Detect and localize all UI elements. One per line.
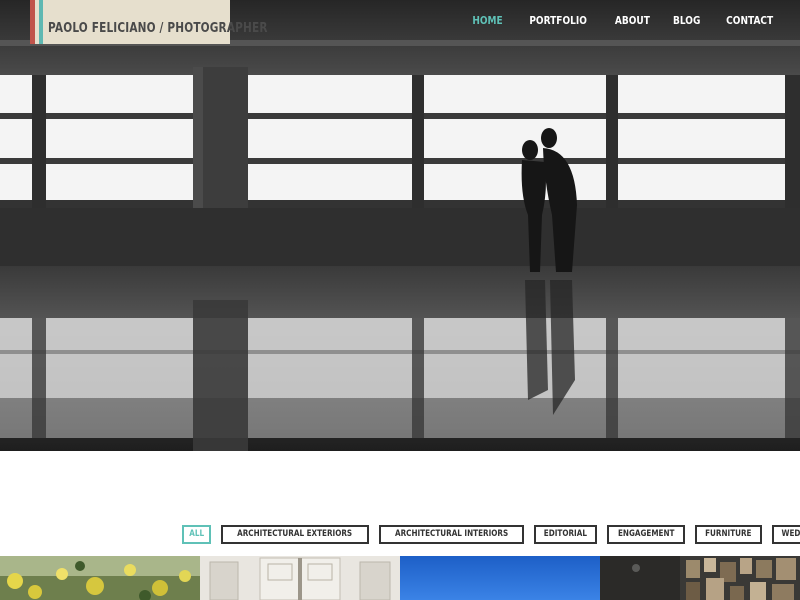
site-title[interactable]: PAOLO FELICIANO / PHOTOGRAPHER bbox=[48, 20, 268, 36]
filter-architectural-exteriors[interactable]: ARCHITECTURAL EXTERIORS bbox=[221, 525, 369, 544]
thumb-image bbox=[0, 556, 200, 600]
filter-label: FURNITURE bbox=[705, 529, 752, 539]
filter-engagement[interactable]: ENGAGEMENT bbox=[606, 525, 686, 544]
thumb-image bbox=[400, 556, 600, 600]
nav-about[interactable]: ABOUT bbox=[614, 14, 649, 27]
logo-stripe-red bbox=[30, 0, 35, 44]
nav-contact[interactable]: CONTACT bbox=[726, 14, 773, 27]
filter-architectural-interiors[interactable]: ARCHITECTURAL INTERIORS bbox=[378, 525, 524, 544]
site-logo[interactable]: PAOLO FELICIANO / PHOTOGRAPHER bbox=[30, 0, 267, 44]
filter-label: ALL bbox=[189, 529, 205, 539]
filter-editorial[interactable]: EDITORIAL bbox=[533, 525, 597, 544]
nav-home[interactable]: HOME bbox=[473, 14, 503, 27]
filter-label: EDITORIAL bbox=[543, 529, 587, 539]
portfolio-filters: ALL ARCHITECTURAL EXTERIORS ARCHITECTURA… bbox=[182, 525, 800, 544]
portfolio-thumb-sky[interactable] bbox=[400, 556, 600, 600]
main-nav: HOME PORTFOLIO ABOUT BLOG CONTACT bbox=[469, 14, 778, 27]
portfolio-thumb-doors[interactable] bbox=[200, 556, 400, 600]
filter-label: ARCHITECTURAL EXTERIORS bbox=[237, 529, 353, 539]
thumb-image bbox=[600, 556, 800, 600]
logo-stripe-teal bbox=[39, 0, 43, 44]
nav-portfolio[interactable]: PORTFOLIO bbox=[530, 14, 588, 27]
portfolio-thumb-flowers[interactable] bbox=[0, 556, 200, 600]
filter-furniture[interactable]: FURNITURE bbox=[695, 525, 762, 544]
portfolio-thumb-wall-frames[interactable] bbox=[600, 556, 800, 600]
filter-all[interactable]: ALL bbox=[182, 525, 212, 544]
portfolio-grid bbox=[0, 556, 800, 600]
filter-label: ARCHITECTURAL INTERIORS bbox=[394, 529, 508, 539]
thumb-image bbox=[200, 556, 400, 600]
filter-label: ENGAGEMENT bbox=[617, 529, 675, 539]
filter-wedding[interactable]: WEDDING bbox=[771, 525, 800, 544]
hero-photo bbox=[0, 0, 800, 451]
hero-image bbox=[0, 0, 800, 451]
filter-label: WEDDING bbox=[781, 529, 800, 539]
nav-blog[interactable]: BLOG bbox=[673, 14, 700, 27]
